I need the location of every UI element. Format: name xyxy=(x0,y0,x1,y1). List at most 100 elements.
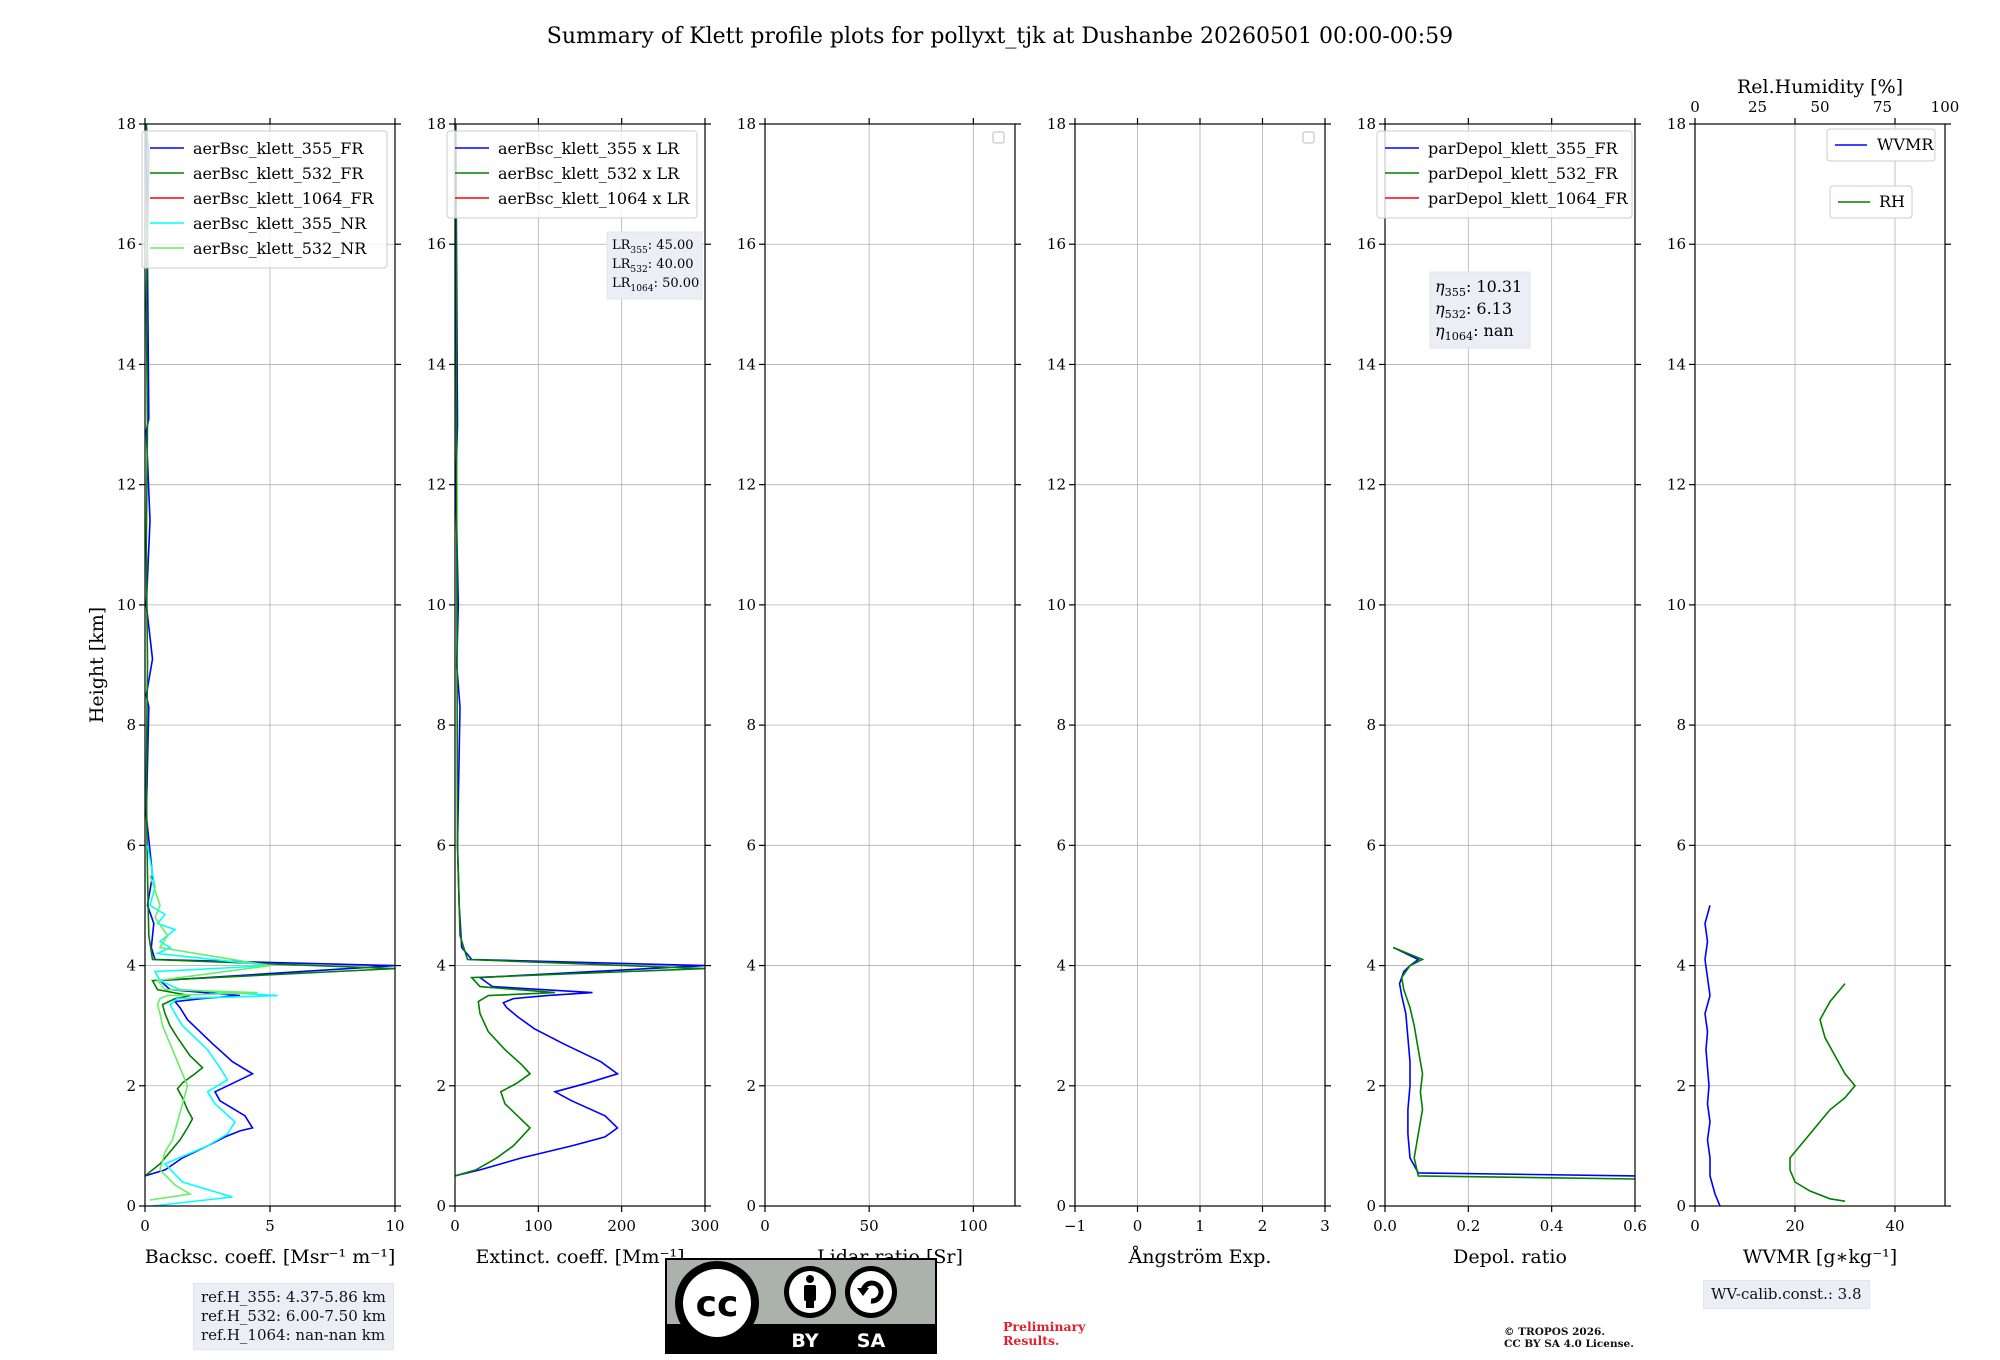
y-tick-label: 12 xyxy=(1047,476,1066,494)
y-tick-label: 12 xyxy=(1667,476,1686,494)
x-axis-label: Ångström Exp. xyxy=(1128,1246,1272,1268)
ref-height-box: ref.H_355: 4.37-5.86 km ref.H_532: 6.00-… xyxy=(193,1283,394,1350)
x2-tick-label: 50 xyxy=(1810,98,1829,116)
legend-label: aerBsc_klett_532_FR xyxy=(193,164,364,183)
y-tick-label: 8 xyxy=(746,716,756,734)
y-tick-label: 4 xyxy=(1056,957,1066,975)
y-tick-label: 0 xyxy=(1676,1197,1686,1215)
y-tick-label: 18 xyxy=(1047,115,1066,133)
legend-label: aerBsc_klett_532 x LR xyxy=(498,164,680,183)
x-tick-label: 0 xyxy=(140,1217,150,1235)
ref-height-1064: ref.H_1064: nan-nan km xyxy=(201,1326,386,1344)
svg-text:cc: cc xyxy=(696,1284,739,1325)
y-tick-label: 0 xyxy=(1366,1197,1376,1215)
figure-title: Summary of Klett profile plots for polly… xyxy=(547,24,1453,49)
x2-axis-label: Rel.Humidity [%] xyxy=(1737,76,1903,98)
series-line xyxy=(1392,946,1636,1177)
x-tick-label: 20 xyxy=(1785,1217,1804,1235)
legend-label: parDepol_klett_532_FR xyxy=(1428,164,1619,183)
y-tick-label: 0 xyxy=(746,1197,756,1215)
x-tick-label: −1 xyxy=(1064,1217,1086,1235)
axes-frame xyxy=(1694,123,1946,1207)
y-tick-label: 16 xyxy=(1047,235,1066,253)
y-tick-label: 18 xyxy=(1357,115,1376,133)
x-tick-label: 0 xyxy=(1133,1217,1143,1235)
copyright-text: © TROPOS 2026. CC BY SA 4.0 License. xyxy=(1504,1326,1634,1350)
x-tick-label: 0.2 xyxy=(1456,1217,1480,1235)
series-line xyxy=(149,875,271,1201)
y-tick-label: 2 xyxy=(436,1077,446,1095)
plot-panel-2: 0 2 4 6 8 10 12 14 16 18 0 100 200 300 Extinct. coeff.… xyxy=(427,115,719,1268)
y-tick-label: 18 xyxy=(427,115,446,133)
y-tick-label: 6 xyxy=(1366,836,1376,854)
y-tick-label: 4 xyxy=(746,957,756,975)
y-tick-label: 0 xyxy=(436,1197,446,1215)
cc-by-label: BY xyxy=(791,1330,818,1352)
preliminary-text: Preliminary Results. xyxy=(1003,1319,1086,1348)
copyright-note: © TROPOS 2026. CC BY SA 4.0 License. xyxy=(1504,1326,1634,1350)
x2-tick-label: 75 xyxy=(1873,98,1892,116)
y-tick-label: 14 xyxy=(427,355,446,373)
y-tick-label: 18 xyxy=(117,115,136,133)
legend: aerBsc_klett_355_FR aerBsc_klett_532_FRae… xyxy=(141,130,388,269)
x-tick-label: 100 xyxy=(524,1217,553,1235)
x2-tick-label: 25 xyxy=(1748,98,1767,116)
x-tick-label: 200 xyxy=(607,1217,636,1235)
ref-height-355: ref.H_355: 4.37-5.86 km xyxy=(201,1288,386,1306)
x2-tick-label: 0 xyxy=(1690,98,1700,116)
plot-panel-5: 0 2 4 6 8 10 12 14 16 18 0.0 0.2 0.4 0.6 Depol. ratio p… xyxy=(1357,115,1647,1268)
y-tick-label: 6 xyxy=(1056,836,1066,854)
series-line xyxy=(1704,905,1721,1207)
x-tick-label: 1 xyxy=(1195,1217,1205,1235)
y-tick-label: 10 xyxy=(1047,596,1066,614)
x-tick-label: 0 xyxy=(1690,1217,1700,1235)
y-tick-label: 16 xyxy=(427,235,446,253)
y-tick-label: 14 xyxy=(117,355,136,373)
y-tick-label: 16 xyxy=(117,235,136,253)
legend-label: aerBsc_klett_532_NR xyxy=(193,239,367,258)
empty-legend-box xyxy=(992,131,1005,144)
y-tick-label: 2 xyxy=(1366,1077,1376,1095)
y-tick-label: 12 xyxy=(427,476,446,494)
preliminary-note: Preliminary Results. xyxy=(1003,1320,1085,1348)
y-tick-label: 14 xyxy=(1047,355,1066,373)
x-axis-label: Backsc. coeff. [Msr⁻¹ m⁻¹] xyxy=(145,1246,396,1268)
y-tick-label: 4 xyxy=(126,957,136,975)
y-tick-label: 6 xyxy=(436,836,446,854)
x-axis-label: WVMR [g∗kg⁻¹] xyxy=(1743,1246,1897,1268)
cc-sa-label: SA xyxy=(857,1330,886,1352)
y-tick-label: 6 xyxy=(126,836,136,854)
ratio-annotation: LR355: 45.00LR532: 40.00LR1064: 50.00 xyxy=(606,231,703,300)
y-tick-label: 16 xyxy=(1357,235,1376,253)
y-tick-label: 4 xyxy=(436,957,446,975)
y-tick-label: 6 xyxy=(746,836,756,854)
wv-calib-box: WV-calib.const.: 3.8 xyxy=(1703,1280,1870,1309)
y-tick-label: 4 xyxy=(1366,957,1376,975)
y-tick-label: 6 xyxy=(1676,836,1686,854)
x-tick-label: 300 xyxy=(691,1217,720,1235)
ratio-annotation: η355: 10.31η532: 6.13η1064: nan xyxy=(1429,271,1531,349)
x-tick-label: 0.4 xyxy=(1540,1217,1564,1235)
x-tick-label: 0.0 xyxy=(1373,1217,1397,1235)
legend-label: WVMR xyxy=(1877,135,1934,154)
plot-panel-3: 0246810121416180 50 100Lidar ratio [Sr] xyxy=(737,115,1021,1268)
plot-panel-6: 0246810121416180 20 40WVMR [g∗kg⁻¹]0 25 50 75… xyxy=(1667,76,1959,1268)
x-tick-label: 5 xyxy=(265,1217,275,1235)
x-tick-label: 100 xyxy=(959,1217,988,1235)
legend-label: RH xyxy=(1879,192,1905,211)
legend-label: aerBsc_klett_355_FR xyxy=(193,139,364,158)
plot-panel-1: 0 2 4 6 8 10 12 14 16 18 0 5 10 Backsc. coeff. [Msr⁻¹… xyxy=(86,115,405,1268)
plot-panel-4: 024681012141618−1 0 1 2 3Ångström Exp. xyxy=(1047,115,1331,1268)
y-tick-label: 12 xyxy=(1357,476,1376,494)
y-tick-label: 18 xyxy=(737,115,756,133)
y-tick-label: 16 xyxy=(737,235,756,253)
y-tick-label: 12 xyxy=(737,476,756,494)
series-line xyxy=(1392,946,1636,1180)
series-line xyxy=(146,845,278,1207)
legend: parDepol_klett_355_FR parDepol_klett_532_… xyxy=(1376,130,1633,219)
y-axis-label: Height [km] xyxy=(86,607,108,723)
series-line xyxy=(1789,983,1857,1202)
legend-label: aerBsc_klett_355_NR xyxy=(193,214,367,233)
x-tick-label: 10 xyxy=(385,1217,404,1235)
y-tick-label: 10 xyxy=(1357,596,1376,614)
